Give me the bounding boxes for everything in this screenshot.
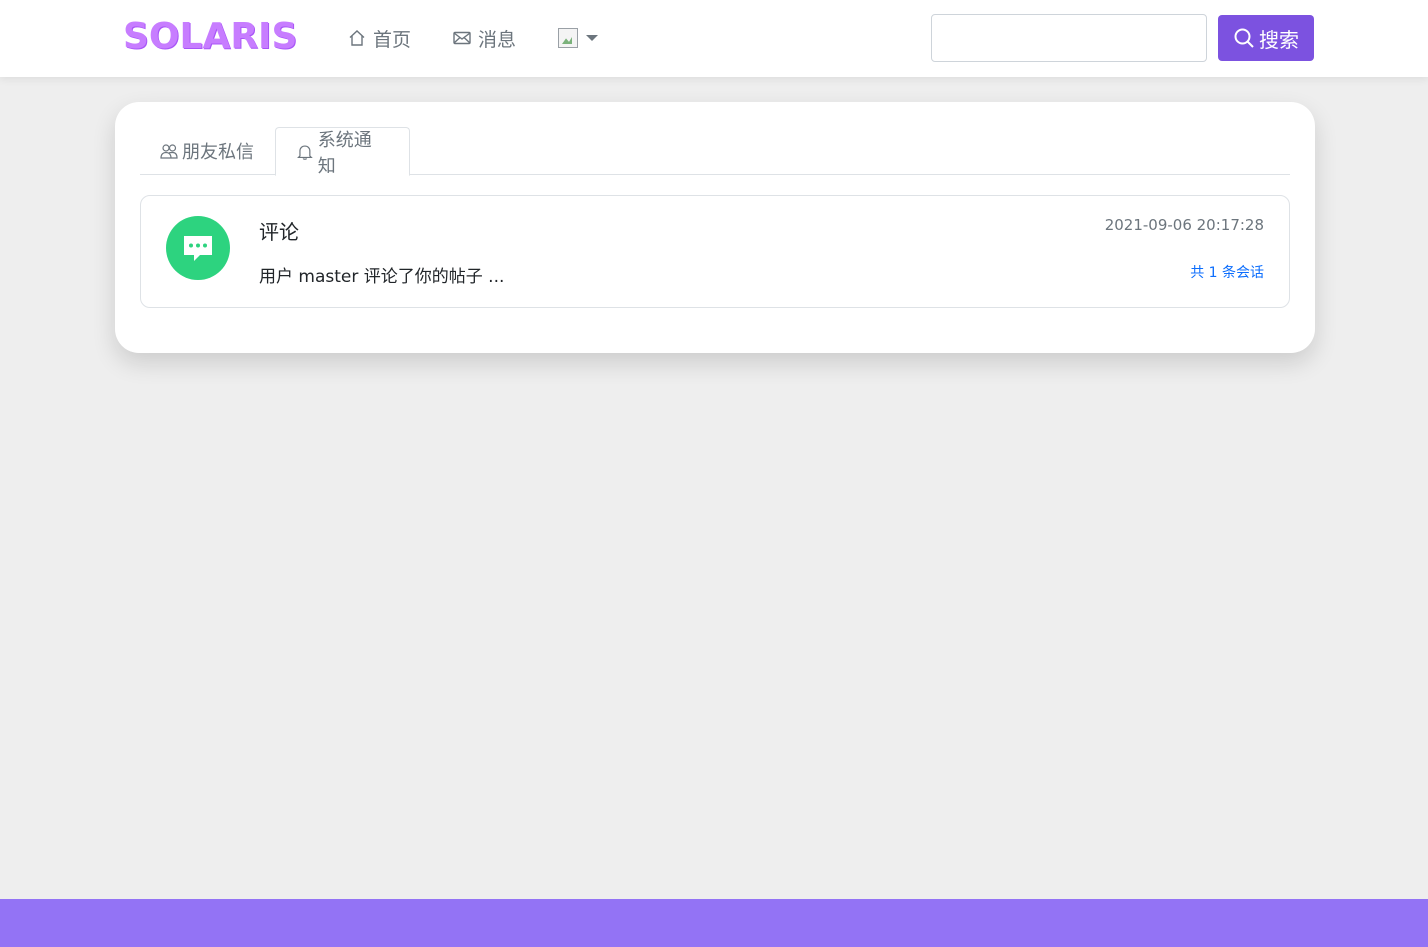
tab-friends[interactable]: 朋友私信 bbox=[140, 127, 274, 175]
tab-system-label: 系统通知 bbox=[317, 129, 372, 177]
notice-count-link[interactable]: 共 1 条会话 bbox=[1190, 262, 1264, 282]
footer bbox=[0, 899, 1428, 947]
notice-item[interactable]: 评论 2021-09-06 20:17:28 用户 master 评论了你的帖子… bbox=[140, 195, 1290, 308]
brand-logo[interactable]: SOLARIS bbox=[123, 14, 297, 60]
notice-title: 评论 bbox=[259, 220, 299, 244]
nav-messages-link[interactable]: 消息 bbox=[452, 22, 516, 54]
notice-time: 2021-09-06 20:17:28 bbox=[1104, 216, 1264, 234]
messages-card: 朋友私信 系统通知 评论 2021-09-06 20:17:28 用户 mast… bbox=[115, 102, 1315, 353]
notice-avatar bbox=[166, 216, 230, 280]
user-dropdown[interactable] bbox=[558, 22, 598, 54]
envelope-icon bbox=[453, 31, 471, 45]
nav-home-label: 首页 bbox=[373, 28, 412, 51]
home-icon bbox=[349, 30, 365, 46]
message-tabs: 朋友私信 系统通知 bbox=[140, 127, 1290, 177]
search-button[interactable]: 搜索 bbox=[1218, 15, 1314, 61]
tab-friends-label: 朋友私信 bbox=[182, 142, 254, 163]
bell-icon bbox=[297, 144, 313, 160]
notice-body: 用户 master 评论了你的帖子 ... bbox=[259, 267, 505, 287]
nav-home-link[interactable]: 首页 bbox=[347, 22, 411, 54]
people-icon bbox=[160, 144, 178, 159]
chevron-down-icon bbox=[586, 35, 598, 41]
user-avatar-image bbox=[558, 28, 578, 48]
search-icon bbox=[1234, 28, 1254, 48]
tab-system[interactable]: 系统通知 bbox=[275, 127, 410, 177]
search-input[interactable] bbox=[931, 14, 1207, 62]
nav-messages-label: 消息 bbox=[478, 28, 517, 51]
search-button-label: 搜索 bbox=[1259, 27, 1299, 52]
navbar: SOLARIS 首页 消息 搜索 bbox=[0, 0, 1428, 77]
comment-icon bbox=[184, 236, 212, 261]
